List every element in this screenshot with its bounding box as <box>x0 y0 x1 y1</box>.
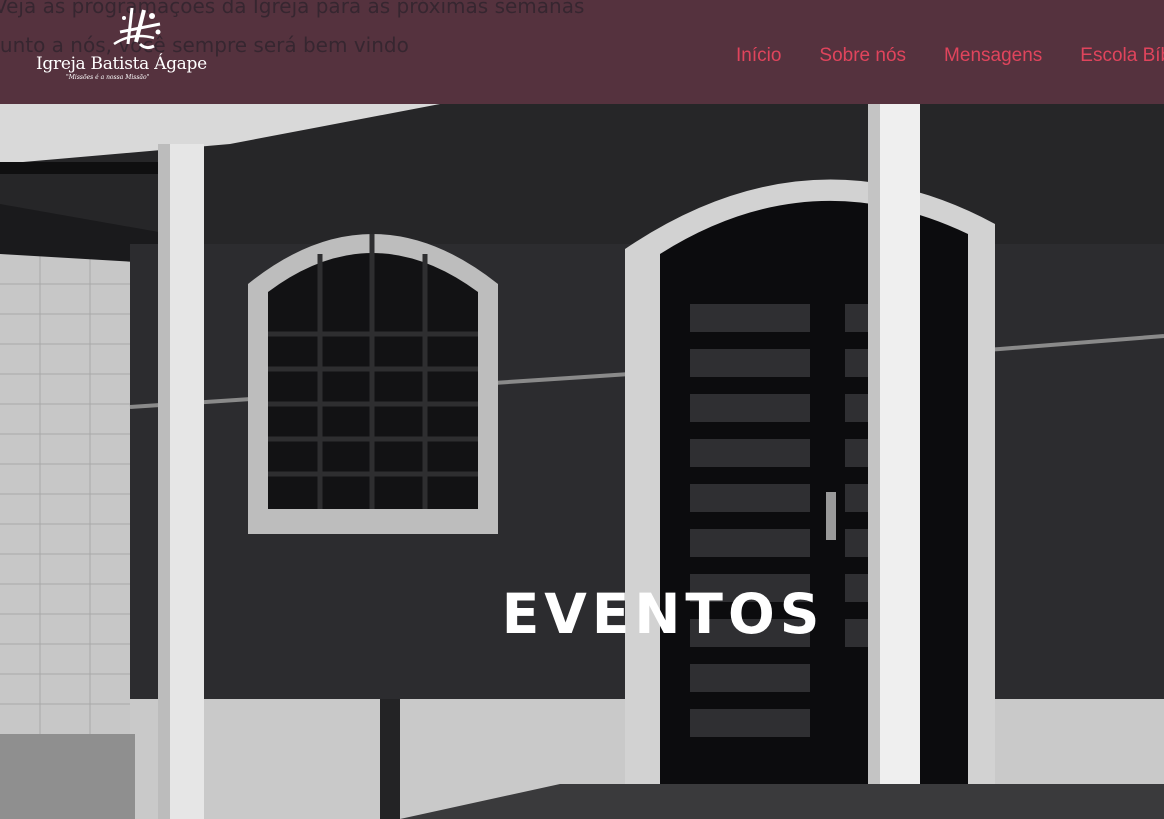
logo-name: Igreja Batista Ágape <box>36 54 207 74</box>
nav-link-mensagens[interactable]: Mensagens <box>944 45 1042 67</box>
hero-banner: EVENTOS <box>0 104 1164 819</box>
church-building-photo <box>0 104 1164 819</box>
logo-tagline: "Missões é a nossa Missão" <box>66 74 150 81</box>
main-navigation: Início Sobre nós Mensagens Escola Bíblic… <box>736 45 1164 67</box>
nav-link-inicio[interactable]: Início <box>736 45 781 67</box>
nav-link-sobre-nos[interactable]: Sobre nós <box>819 45 906 67</box>
hero-title-text: EVENTOS <box>501 582 825 646</box>
nav-link-escola-biblica[interactable]: Escola Bíblica <box>1080 45 1164 67</box>
site-header: Veja as programações da Igreja para as p… <box>0 0 1164 104</box>
hero-title: EVENTOS <box>81 582 1164 646</box>
site-logo[interactable]: Igreja Batista Ágape "Missões é a nossa … <box>36 4 207 84</box>
